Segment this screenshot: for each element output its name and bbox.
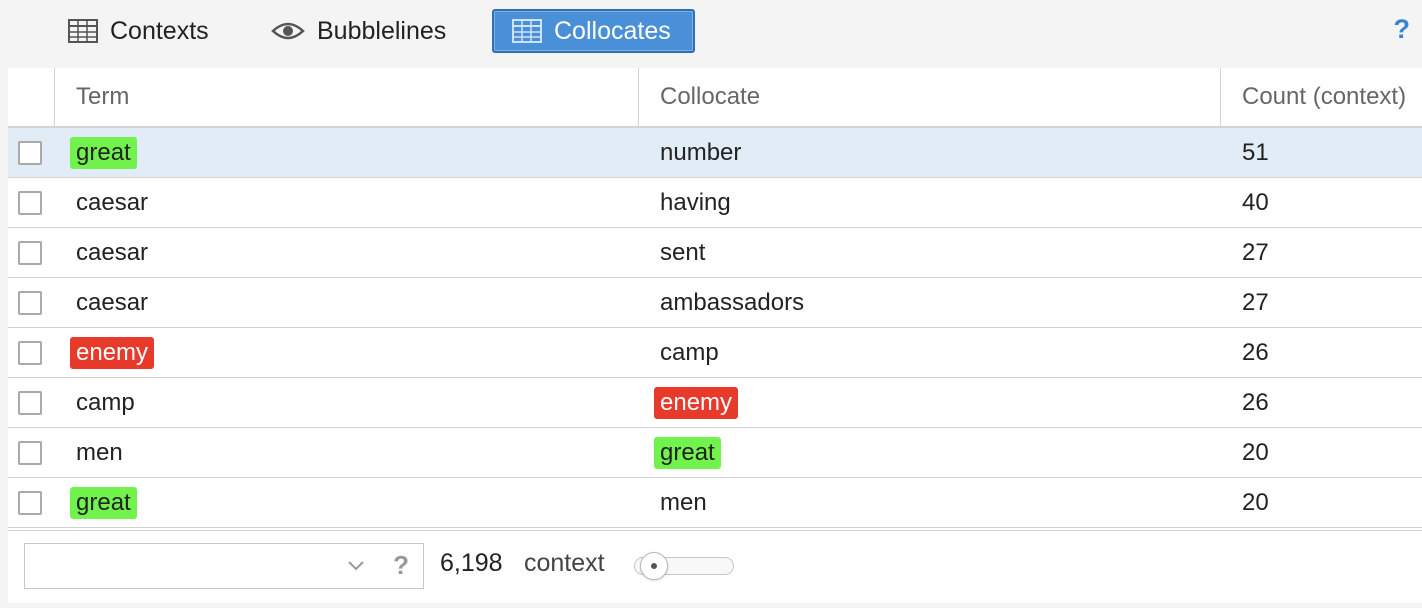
total-count: 6,198 <box>440 549 503 577</box>
term-highlighted-term: great <box>70 487 137 519</box>
count-text: 40 <box>1242 189 1269 216</box>
collocates-grid: Term Collocate Count (context) great numb… <box>8 68 1422 530</box>
term-cell: caesar <box>76 178 148 228</box>
tab-bar: Contexts Bubblelines Collocates ? <box>0 0 1422 66</box>
search-help-icon[interactable]: ? <box>393 550 409 581</box>
term-cell: enemy <box>70 328 155 378</box>
collocate-text: sent <box>660 239 706 266</box>
collocate-text: ambassadors <box>660 289 805 316</box>
term-cell: caesar <box>76 278 148 328</box>
row-checkbox[interactable] <box>18 141 42 165</box>
term-search-combobox[interactable]: ? <box>24 543 424 589</box>
term-text: caesar <box>76 239 149 266</box>
table-row[interactable]: men great 20 <box>8 428 1422 478</box>
term-cell: great <box>70 478 137 528</box>
collocate-cell: number <box>660 128 741 178</box>
count-text: 51 <box>1242 139 1269 166</box>
context-slider[interactable] <box>634 552 734 580</box>
row-checkbox[interactable] <box>18 391 42 415</box>
count-cell: 27 <box>1242 278 1269 328</box>
table-icon <box>68 19 98 43</box>
tab-label: Bubblelines <box>317 16 447 45</box>
count-cell: 20 <box>1242 478 1269 528</box>
row-checkbox[interactable] <box>18 291 42 315</box>
collocate-cell: sent <box>660 228 705 278</box>
table-row[interactable]: enemy camp 26 <box>8 328 1422 378</box>
table-row[interactable]: great number 51 <box>8 128 1422 178</box>
count-cell: 27 <box>1242 228 1269 278</box>
count-cell: 40 <box>1242 178 1269 228</box>
table-row[interactable]: great men 20 <box>8 478 1422 528</box>
term-cell: great <box>70 128 137 178</box>
count-cell: 26 <box>1242 328 1269 378</box>
term-text: men <box>76 439 123 466</box>
column-divider[interactable] <box>1220 68 1221 126</box>
collocate-text: men <box>660 489 707 516</box>
term-cell: caesar <box>76 228 148 278</box>
term-cell: camp <box>76 378 135 428</box>
column-header-term[interactable]: Term <box>76 68 129 126</box>
collocate-text: camp <box>660 339 719 366</box>
count-text: 20 <box>1242 439 1269 466</box>
term-text: caesar <box>76 189 149 216</box>
table-row[interactable]: caesar ambassadors 27 <box>8 278 1422 328</box>
tab-label: Contexts <box>110 16 209 45</box>
column-divider[interactable] <box>54 68 55 126</box>
row-checkbox[interactable] <box>18 441 42 465</box>
chevron-down-icon[interactable] <box>345 554 367 581</box>
help-button[interactable]: ? <box>1394 14 1411 45</box>
grid-header: Term Collocate Count (context) <box>8 68 1422 128</box>
term-highlighted-term: great <box>70 137 137 169</box>
column-header-collocate[interactable]: Collocate <box>660 68 760 126</box>
term-highlighted-term: enemy <box>70 337 155 369</box>
collocate-cell: men <box>660 478 707 528</box>
collocate-highlighted-term: enemy <box>654 387 739 419</box>
context-label: context <box>524 549 605 577</box>
count-text: 27 <box>1242 239 1269 266</box>
count-text: 26 <box>1242 339 1269 366</box>
row-checkbox[interactable] <box>18 191 42 215</box>
count-text: 20 <box>1242 489 1269 516</box>
term-text: camp <box>76 389 135 416</box>
count-text: 26 <box>1242 389 1269 416</box>
row-checkbox[interactable] <box>18 341 42 365</box>
row-checkbox[interactable] <box>18 491 42 515</box>
table-row[interactable]: caesar sent 27 <box>8 228 1422 278</box>
term-text: caesar <box>76 289 149 316</box>
row-checkbox[interactable] <box>18 241 42 265</box>
tab-bubblelines[interactable]: Bubblelines <box>271 9 446 53</box>
collocate-cell: enemy <box>654 378 739 428</box>
count-cell: 26 <box>1242 378 1269 428</box>
slider-thumb[interactable] <box>639 552 668 580</box>
tab-label: Collocates <box>554 16 671 45</box>
term-cell: men <box>76 428 123 478</box>
collocate-text: having <box>660 189 731 216</box>
collocate-text: number <box>660 139 742 166</box>
column-header-count[interactable]: Count (context) <box>1242 68 1406 126</box>
eye-icon <box>271 20 305 42</box>
footer-toolbar: ? 6,198 context <box>8 530 1422 603</box>
table-row[interactable]: caesar having 40 <box>8 178 1422 228</box>
count-text: 27 <box>1242 289 1269 316</box>
column-divider[interactable] <box>638 68 639 126</box>
tab-contexts[interactable]: Contexts <box>68 9 209 53</box>
count-cell: 20 <box>1242 428 1269 478</box>
table-row[interactable]: camp enemy 26 <box>8 378 1422 428</box>
tab-collocates[interactable]: Collocates <box>492 9 695 53</box>
collocate-highlighted-term: great <box>654 437 721 469</box>
collocate-cell: ambassadors <box>660 278 804 328</box>
collocate-cell: camp <box>660 328 719 378</box>
table-icon <box>512 19 542 43</box>
collocate-cell: great <box>654 428 721 478</box>
collocate-cell: having <box>660 178 731 228</box>
count-cell: 51 <box>1242 128 1269 178</box>
